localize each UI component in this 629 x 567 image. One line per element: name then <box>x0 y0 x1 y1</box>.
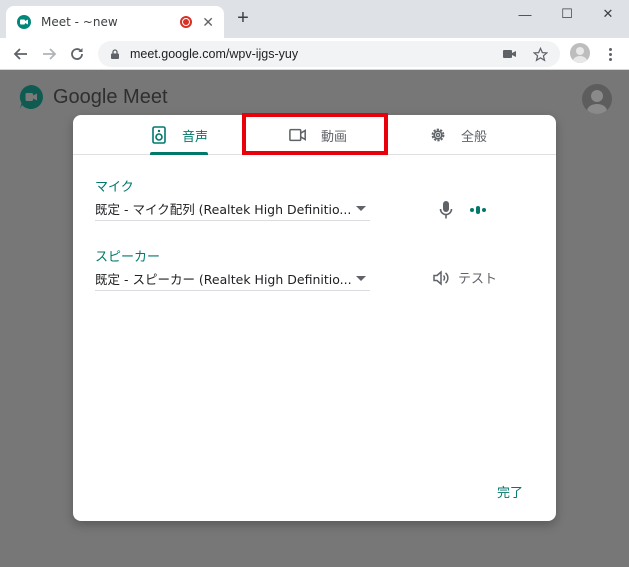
chevron-down-icon <box>356 205 366 211</box>
bookmark-star-icon[interactable] <box>532 46 548 62</box>
maximize-button[interactable]: ☐ <box>552 4 582 24</box>
brand-name: Google Meet <box>53 85 168 108</box>
chevron-down-icon <box>356 275 366 281</box>
profile-avatar-icon[interactable] <box>570 43 590 63</box>
settings-dialog: 音声 動画 全般 マイク 既定 - マイク配列 (Realtek High De… <box>73 115 556 521</box>
close-window-button[interactable]: ✕ <box>593 4 623 24</box>
microphone-section-label: マイク <box>95 180 134 195</box>
volume-icon <box>433 269 449 286</box>
tab-audio[interactable]: 音声 <box>133 115 225 155</box>
back-button[interactable] <box>10 43 32 65</box>
camera-permission-icon[interactable] <box>502 46 518 62</box>
browser-titlebar: Meet - ~new ✕ + — ☐ ✕ <box>0 0 629 38</box>
speaker-test-button[interactable]: テスト <box>432 268 497 287</box>
account-avatar-icon[interactable] <box>582 84 612 114</box>
tab-title: Meet - ~new <box>41 15 118 29</box>
browser-tab[interactable]: Meet - ~new ✕ <box>6 6 224 38</box>
browser-toolbar: meet.google.com/wpv-ijgs-yuy <box>0 38 629 70</box>
browser-menu-icon[interactable] <box>603 43 617 65</box>
test-label: テスト <box>458 272 498 287</box>
mic-level-indicator <box>470 206 486 214</box>
minimize-button[interactable]: — <box>510 4 540 24</box>
done-button[interactable]: 完了 <box>497 482 523 501</box>
microphone-select[interactable]: 既定 - マイク配列 (Realtek High Definitio... <box>95 196 370 221</box>
reload-button[interactable] <box>66 43 88 65</box>
speaker-select[interactable]: 既定 - スピーカー (Realtek High Definitio... <box>95 266 370 291</box>
brand: Google Meet <box>18 84 168 110</box>
reload-icon <box>71 48 83 60</box>
microphone-selected-value: 既定 - マイク配列 (Realtek High Definitio... <box>95 201 352 217</box>
meet-favicon-icon <box>17 15 31 29</box>
tab-general[interactable]: 全般 <box>413 115 503 155</box>
speaker-selected-value: 既定 - スピーカー (Realtek High Definitio... <box>95 271 352 287</box>
tab-close-icon[interactable]: ✕ <box>202 14 214 31</box>
tab-general-label: 全般 <box>460 129 487 145</box>
forward-button[interactable] <box>38 43 60 65</box>
url-text: meet.google.com/wpv-ijgs-yuy <box>130 47 299 61</box>
microphone-icon <box>439 201 453 219</box>
lock-icon <box>111 49 119 59</box>
speaker-section-label: スピーカー <box>95 250 161 265</box>
address-bar[interactable]: meet.google.com/wpv-ijgs-yuy <box>98 41 560 67</box>
gear-icon <box>429 126 447 144</box>
meet-logo-icon <box>19 85 43 109</box>
tab-audio-label: 音声 <box>181 129 208 145</box>
recording-indicator-icon <box>180 16 193 28</box>
video-tab-highlight <box>242 113 388 155</box>
speaker-icon <box>150 126 168 144</box>
active-tab-indicator <box>150 152 208 155</box>
back-arrow-icon <box>13 48 27 60</box>
forward-arrow-icon <box>43 48 57 60</box>
new-tab-button[interactable]: + <box>232 8 254 30</box>
